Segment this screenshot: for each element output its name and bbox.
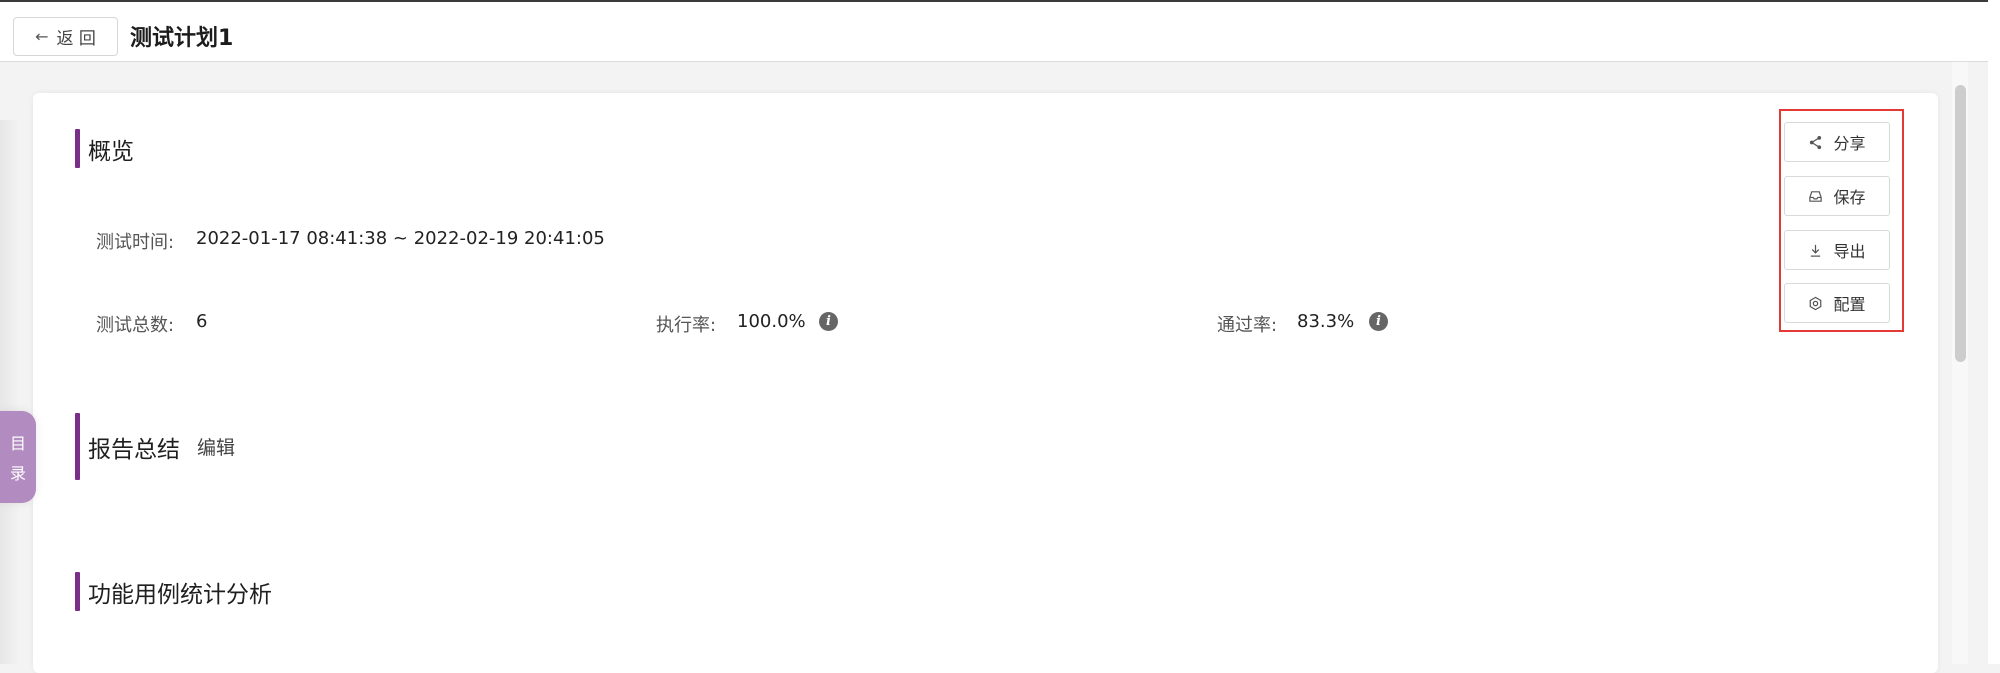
window-edge [1988,0,2000,664]
summary-title-text: 报告总结 [88,436,180,463]
total-label: 测试总数: [96,315,175,336]
summary-edit-link[interactable]: 编辑 [197,433,235,460]
back-label: 返 回 [56,29,96,49]
back-button[interactable]: ← 返 回 [13,17,118,56]
pass-rate-info-icon[interactable]: i [1369,312,1388,331]
arrow-left-icon: ← [35,27,49,46]
toc-toggle-tab[interactable]: 目 录 [0,411,36,503]
test-time-label: 测试时间: [96,232,175,253]
share-label: 分享 [1833,134,1866,153]
section-accent-bar [75,129,80,168]
config-label: 配置 [1833,295,1866,314]
export-label: 导出 [1833,242,1866,261]
toc-char-1: 目 [9,434,26,453]
test-time-value: 2022-01-17 08:41:38 ~ 2022-02-19 20:41:0… [196,228,605,249]
config-button[interactable]: 配置 [1784,283,1890,323]
pass-rate-label: 通过率: [1217,315,1278,336]
inbox-icon [1809,190,1823,202]
share-button[interactable]: 分享 [1784,122,1890,162]
export-button[interactable]: 导出 [1784,230,1890,270]
analysis-title-text: 功能用例统计分析 [88,581,272,608]
save-label: 保存 [1833,188,1866,207]
exec-rate-info-icon[interactable]: i [819,312,838,331]
exec-rate-label: 执行率: [656,315,717,336]
top-bar: ← 返 回 测试计划1 [0,0,1988,62]
scrollbar-thumb[interactable] [1955,85,1966,362]
toc-char-2: 录 [9,464,26,483]
total-value: 6 [196,311,208,332]
section-accent-bar [75,572,80,611]
download-icon [1811,244,1821,257]
analysis-section-title: 功能用例统计分析 [75,572,272,611]
share-icon [1810,135,1822,149]
save-button[interactable]: 保存 [1784,176,1890,216]
page-title: 测试计划1 [130,26,234,51]
overview-section-title: 概览 [75,129,134,168]
pass-rate-value: 83.3% [1297,311,1355,332]
exec-rate-value: 100.0% [737,311,806,332]
summary-section-title: 报告总结 [75,413,180,480]
gear-icon [1810,296,1822,310]
left-shadow [0,120,20,664]
section-accent-bar [75,413,80,480]
overview-title-text: 概览 [88,138,134,165]
report-card [33,93,1938,673]
